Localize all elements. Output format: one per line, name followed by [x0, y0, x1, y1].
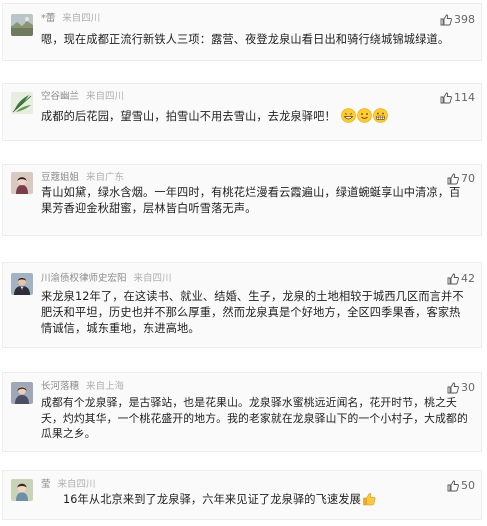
comment-card: 豆蔻姐姐 来自广东 70 青山如黛，绿水含烟。一年四时，有桃花烂漫看云霞遍山，绿… [2, 164, 482, 236]
thumbs-up-icon [440, 92, 452, 104]
like-button[interactable]: 398 [440, 13, 475, 27]
like-count: 398 [454, 13, 475, 26]
like-count: 50 [461, 479, 475, 492]
commenter-location: 来自广东 [86, 172, 125, 183]
like-button[interactable]: 114 [440, 91, 475, 105]
thumbs-up-icon [447, 480, 459, 492]
comment-text: 成都有个龙泉驿，是古驿站，也是花果山。龙泉驿水蜜桃远近闻名，花开时节，桃之夭夭，… [41, 396, 468, 440]
comment-text: 16年从北京来到了龙泉驿，六年来见证了龙泉驿的飞速发展 [63, 492, 471, 511]
comment-sheet: *蕾 来自四川 398 嗯，现在成都正流行新铁人三项：露营、夜登龙泉山看日出和骑… [0, 0, 487, 526]
like-button[interactable]: 42 [447, 272, 475, 286]
comment-meta: *蕾 来自四川 [41, 13, 100, 25]
like-count: 70 [461, 172, 475, 185]
comment-card: 莹 来自四川 50 16年从北京来到了龙泉驿，六年来见证了龙泉驿的飞速发展 [2, 470, 482, 520]
landscape-avatar-icon[interactable] [11, 14, 33, 36]
commenter-location: 来自四川 [57, 479, 96, 490]
plant-avatar-icon[interactable] [11, 92, 33, 114]
thumbs-up-icon [447, 173, 459, 185]
commenter-location: 来自上海 [86, 381, 125, 392]
comment-card: 川渝债权律师史宏阳 来自四川 42 来龙泉12年了，在这读书、就业、结婚、生子，… [2, 262, 482, 348]
commenter-name[interactable]: *蕾 [41, 13, 55, 24]
comment-text-content: 成都的后花园，望雪山，拍雪山不用去雪山，去龙泉驿吧！ [41, 110, 336, 123]
comment-text: 成都的后花园，望雪山，拍雪山不用去雪山，去龙泉驿吧！ [41, 108, 471, 128]
like-count: 30 [461, 381, 475, 394]
comment-text: 青山如黛，绿水含烟。一年四时，有桃花烂漫看云霞遍山，绿道蜿蜒享山中清凉，百果芳香… [41, 186, 461, 215]
comment-card: 长河落穗 来自上海 30 成都有个龙泉驿，是古驿站，也是花果山。龙泉驿水蜜桃远近… [2, 372, 482, 452]
thumbs-up-icon [440, 14, 452, 26]
commenter-location: 来自四川 [133, 273, 172, 284]
comment-meta: 豆蔻姐姐 来自广东 [41, 172, 124, 184]
comment-meta: 空谷幽兰 来自四川 [41, 91, 124, 103]
commenter-name[interactable]: 长河落穗 [41, 381, 79, 392]
commenter-name[interactable]: 空谷幽兰 [41, 91, 79, 102]
thumbs-up-icon [447, 382, 459, 394]
grin-emoji-icon [340, 108, 356, 128]
comment-text-content: 16年从北京来到了龙泉驿，六年来见证了龙泉驿的飞速发展 [63, 493, 361, 506]
child-avatar-icon[interactable] [11, 479, 33, 501]
comment-meta: 川渝债权律师史宏阳 来自四川 [41, 273, 172, 285]
comment-text: 嗯，现在成都正流行新铁人三项：露营、夜登龙泉山看日出和骑行绕城锦城绿道。 [41, 33, 450, 46]
thumbs-up-emoji-icon [362, 492, 376, 511]
like-count: 114 [454, 91, 475, 104]
comment-card: 空谷幽兰 来自四川 114 成都的后花园，望雪山，拍雪山不用去雪山，去龙泉驿吧！ [2, 83, 482, 141]
commenter-location: 来自四川 [62, 13, 101, 24]
like-button[interactable]: 70 [447, 172, 475, 186]
smile-emoji-icon [356, 108, 372, 128]
comment-meta: 长河落穗 来自上海 [41, 381, 124, 393]
grimace-emoji-icon [372, 108, 388, 128]
comment-text: 来龙泉12年了，在这读书、就业、结婚、生子，龙泉的土地相较于城西几区而言并不肥沃… [41, 290, 464, 335]
like-button[interactable]: 50 [447, 479, 475, 493]
thumbs-up-icon [447, 273, 459, 285]
comment-card: *蕾 来自四川 398 嗯，现在成都正流行新铁人三项：露营、夜登龙泉山看日出和骑… [2, 3, 482, 61]
like-count: 42 [461, 272, 475, 285]
commenter-name[interactable]: 川渝债权律师史宏阳 [41, 273, 127, 284]
commenter-name[interactable]: 莹 [41, 479, 51, 490]
commenter-name[interactable]: 豆蔻姐姐 [41, 172, 79, 183]
comment-meta: 莹 来自四川 [41, 479, 96, 491]
commenter-location: 来自四川 [86, 91, 125, 102]
suit-avatar-icon[interactable] [11, 273, 33, 295]
portrait-avatar-icon[interactable] [11, 382, 33, 404]
person-avatar-icon[interactable] [11, 172, 33, 194]
like-button[interactable]: 30 [447, 381, 475, 395]
